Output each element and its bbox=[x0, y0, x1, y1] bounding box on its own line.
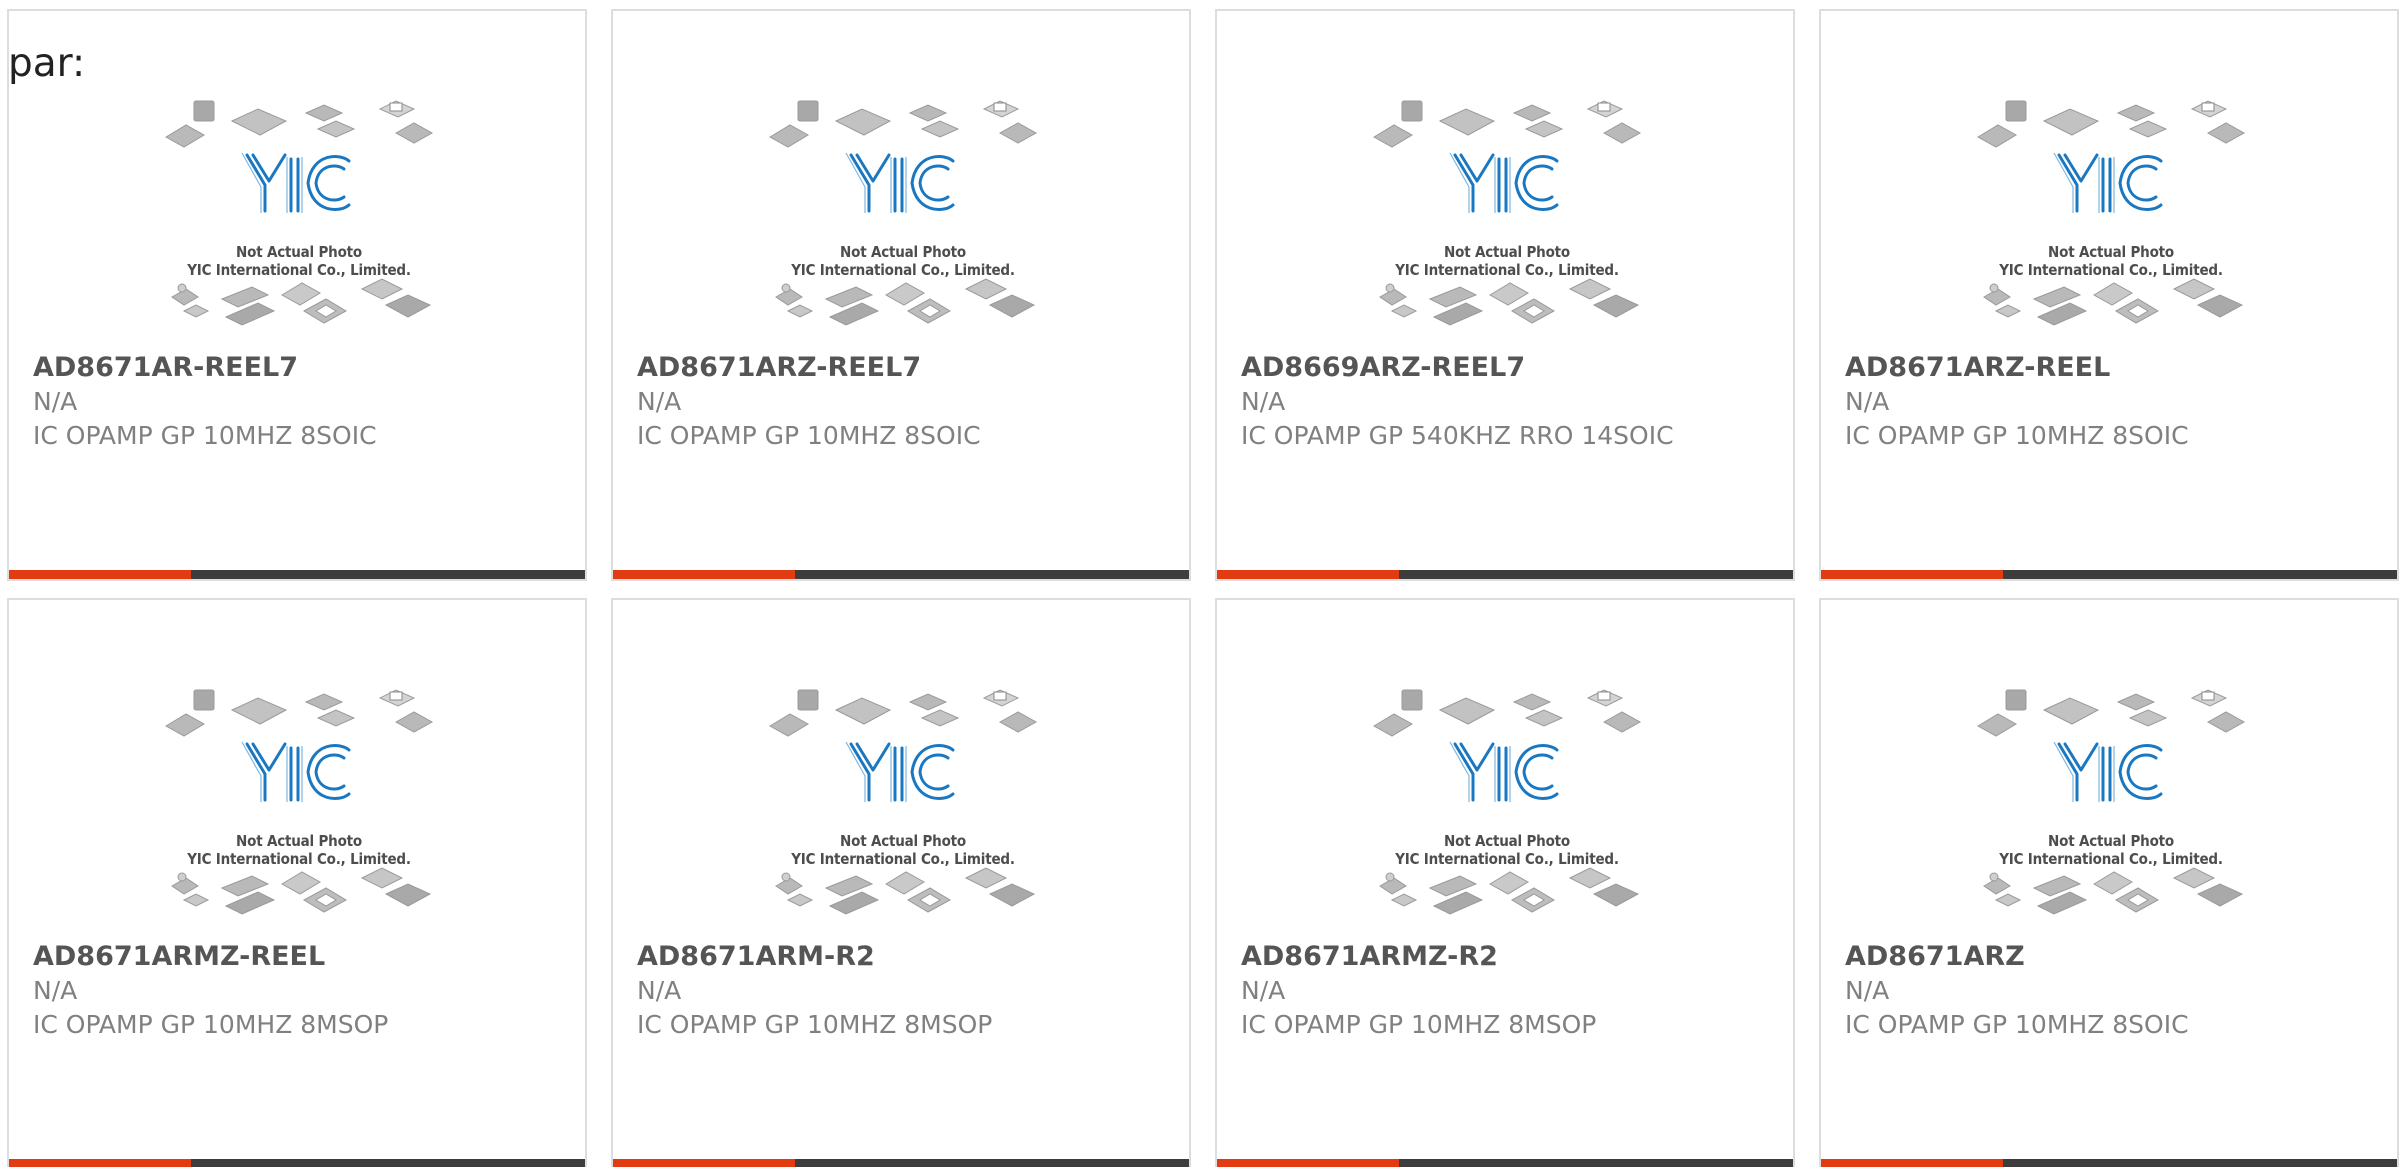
part-number-link[interactable]: AD8671ARMZ-REEL bbox=[33, 940, 563, 974]
manufacturer: N/A bbox=[637, 387, 682, 416]
card-footer-bar bbox=[1821, 570, 2397, 579]
card-footer-accent bbox=[1217, 1159, 1399, 1167]
product-placeholder-image[interactable]: Not Actual Photo YIC International Co., … bbox=[768, 99, 1038, 349]
card-footer-accent bbox=[1217, 570, 1399, 579]
part-number-link[interactable]: AD8671ARZ-REEL7 bbox=[637, 351, 1167, 385]
product-description: IC OPAMP GP 540KHZ RRO 14SOIC bbox=[1241, 421, 1674, 450]
manufacturer: N/A bbox=[33, 976, 78, 1005]
manufacturer: N/A bbox=[1845, 387, 1890, 416]
card-footer-accent bbox=[9, 570, 191, 579]
card-footer-accent bbox=[613, 570, 795, 579]
card-footer-bar bbox=[1217, 570, 1793, 579]
product-placeholder-image[interactable]: Not Actual Photo YIC International Co., … bbox=[1372, 688, 1642, 938]
part-number-link[interactable]: AD8671ARM-R2 bbox=[637, 940, 1167, 974]
manufacturer: N/A bbox=[1845, 976, 1890, 1005]
card-footer-bar bbox=[1217, 1159, 1793, 1167]
page-heading: par: bbox=[8, 41, 86, 86]
photo-disclaimer: Not Actual Photo bbox=[840, 243, 966, 261]
photo-disclaimer: Not Actual Photo bbox=[2048, 243, 2174, 261]
company-name: YIC International Co., Limited. bbox=[1395, 850, 1619, 868]
photo-disclaimer: Not Actual Photo bbox=[1444, 243, 1570, 261]
product-card[interactable]: Not Actual Photo YIC International Co., … bbox=[1215, 598, 1795, 1167]
product-placeholder-image[interactable]: Not Actual Photo YIC International Co., … bbox=[164, 688, 434, 938]
part-number-link[interactable]: AD8669ARZ-REEL7 bbox=[1241, 351, 1771, 385]
chip-packages-illustration bbox=[1373, 100, 1642, 326]
part-number-link[interactable]: AD8671ARMZ-R2 bbox=[1241, 940, 1771, 974]
company-name: YIC International Co., Limited. bbox=[791, 850, 1015, 868]
product-info: AD8671ARZ N/A IC OPAMP GP 10MHZ 8SOIC bbox=[1845, 940, 2375, 1042]
chip-packages-illustration bbox=[769, 100, 1038, 326]
manufacturer: N/A bbox=[1241, 976, 1286, 1005]
product-placeholder-image[interactable]: Not Actual Photo YIC International Co., … bbox=[768, 688, 1038, 938]
product-card[interactable]: Not Actual Photo YIC International Co., … bbox=[1819, 598, 2399, 1167]
product-info: AD8671ARZ-REEL7 N/A IC OPAMP GP 10MHZ 8S… bbox=[637, 351, 1167, 453]
photo-disclaimer: Not Actual Photo bbox=[236, 243, 362, 261]
card-footer-bar bbox=[9, 1159, 585, 1167]
company-name: YIC International Co., Limited. bbox=[1999, 850, 2223, 868]
photo-disclaimer: Not Actual Photo bbox=[1444, 832, 1570, 850]
card-footer-bar bbox=[613, 1159, 1189, 1167]
product-placeholder-image[interactable]: Not Actual Photo YIC International Co., … bbox=[1976, 688, 2246, 938]
product-placeholder-image[interactable]: Not Actual Photo YIC International Co., … bbox=[1976, 99, 2246, 349]
product-card[interactable]: Not Actual Photo YIC International Co., … bbox=[1819, 9, 2399, 581]
product-description: IC OPAMP GP 10MHZ 8SOIC bbox=[33, 421, 377, 450]
photo-disclaimer: Not Actual Photo bbox=[236, 832, 362, 850]
product-info: AD8671ARMZ-REEL N/A IC OPAMP GP 10MHZ 8M… bbox=[33, 940, 563, 1042]
chip-packages-illustration bbox=[165, 689, 434, 915]
manufacturer: N/A bbox=[637, 976, 682, 1005]
product-description: IC OPAMP GP 10MHZ 8MSOP bbox=[637, 1010, 993, 1039]
product-info: AD8671ARMZ-R2 N/A IC OPAMP GP 10MHZ 8MSO… bbox=[1241, 940, 1771, 1042]
product-description: IC OPAMP GP 10MHZ 8SOIC bbox=[637, 421, 981, 450]
product-info: AD8671ARM-R2 N/A IC OPAMP GP 10MHZ 8MSOP bbox=[637, 940, 1167, 1042]
card-footer-accent bbox=[1821, 570, 2003, 579]
card-footer-bar bbox=[9, 570, 585, 579]
product-info: AD8669ARZ-REEL7 N/A IC OPAMP GP 540KHZ R… bbox=[1241, 351, 1771, 453]
manufacturer: N/A bbox=[33, 387, 78, 416]
part-number-link[interactable]: AD8671ARZ bbox=[1845, 940, 2375, 974]
product-description: IC OPAMP GP 10MHZ 8SOIC bbox=[1845, 421, 2189, 450]
product-description: IC OPAMP GP 10MHZ 8SOIC bbox=[1845, 1010, 2189, 1039]
chip-packages-illustration bbox=[1977, 689, 2246, 915]
card-footer-accent bbox=[1821, 1159, 2003, 1167]
part-number-link[interactable]: AD8671AR-REEL7 bbox=[33, 351, 563, 385]
product-description: IC OPAMP GP 10MHZ 8MSOP bbox=[33, 1010, 389, 1039]
chip-packages-illustration bbox=[769, 689, 1038, 915]
company-name: YIC International Co., Limited. bbox=[187, 850, 411, 868]
card-footer-bar bbox=[1821, 1159, 2397, 1167]
product-card[interactable]: Not Actual Photo YIC International Co., … bbox=[7, 598, 587, 1167]
product-card[interactable]: Not Actual Photo YIC International Co., … bbox=[611, 9, 1191, 581]
product-info: AD8671AR-REEL7 N/A IC OPAMP GP 10MHZ 8SO… bbox=[33, 351, 563, 453]
photo-disclaimer: Not Actual Photo bbox=[840, 832, 966, 850]
company-name: YIC International Co., Limited. bbox=[187, 261, 411, 279]
product-grid: Not Actual Photo YIC International Co., … bbox=[0, 0, 2400, 1167]
company-name: YIC International Co., Limited. bbox=[1395, 261, 1619, 279]
product-placeholder-image[interactable]: Not Actual Photo YIC International Co., … bbox=[1372, 99, 1642, 349]
card-footer-accent bbox=[9, 1159, 191, 1167]
photo-disclaimer: Not Actual Photo bbox=[2048, 832, 2174, 850]
manufacturer: N/A bbox=[1241, 387, 1286, 416]
company-name: YIC International Co., Limited. bbox=[1999, 261, 2223, 279]
company-name: YIC International Co., Limited. bbox=[791, 261, 1015, 279]
product-info: AD8671ARZ-REEL N/A IC OPAMP GP 10MHZ 8SO… bbox=[1845, 351, 2375, 453]
chip-packages-illustration bbox=[1373, 689, 1642, 915]
card-footer-accent bbox=[613, 1159, 795, 1167]
chip-packages-illustration bbox=[165, 100, 434, 326]
product-card[interactable]: Not Actual Photo YIC International Co., … bbox=[611, 598, 1191, 1167]
product-card[interactable]: Not Actual Photo YIC International Co., … bbox=[7, 9, 587, 581]
part-number-link[interactable]: AD8671ARZ-REEL bbox=[1845, 351, 2375, 385]
product-placeholder-image[interactable]: Not Actual Photo YIC International Co., … bbox=[164, 99, 434, 349]
product-card[interactable]: Not Actual Photo YIC International Co., … bbox=[1215, 9, 1795, 581]
card-footer-bar bbox=[613, 570, 1189, 579]
chip-packages-illustration bbox=[1977, 100, 2246, 326]
product-description: IC OPAMP GP 10MHZ 8MSOP bbox=[1241, 1010, 1597, 1039]
product-grid-page: par: Not Actual Photo YIC International … bbox=[0, 0, 2400, 1167]
